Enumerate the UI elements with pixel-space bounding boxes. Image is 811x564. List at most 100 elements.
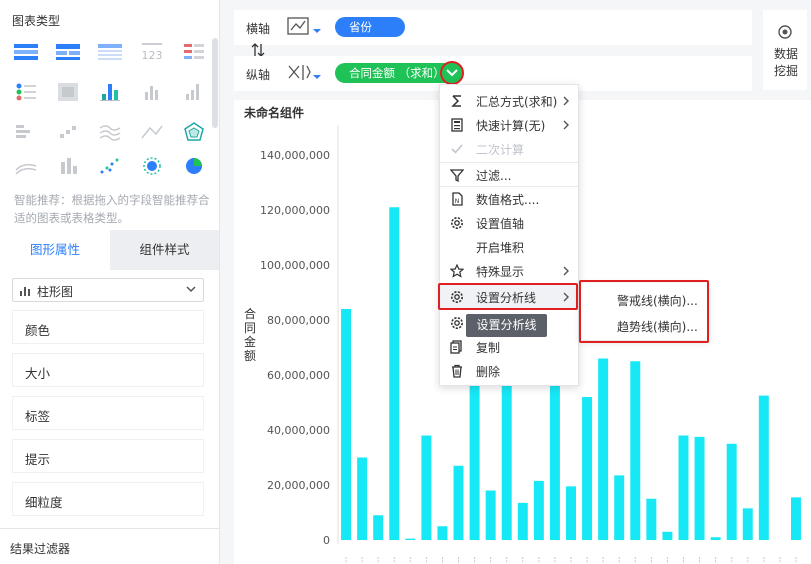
cross-table-icon[interactable]	[54, 40, 82, 64]
y-axis-title-char: 合	[244, 306, 256, 321]
x-axis-dimension-icon[interactable]	[286, 16, 322, 40]
pie-chart-icon[interactable]	[180, 154, 208, 178]
heatmap-icon[interactable]	[54, 80, 82, 104]
menu-item-label: 过滤...	[476, 169, 512, 183]
bar	[549, 386, 560, 540]
bar	[710, 537, 721, 540]
bar	[790, 497, 801, 540]
bar	[646, 498, 657, 540]
property-color[interactable]: 颜色	[12, 310, 204, 344]
menu-item-number-format[interactable]: N 数值格式....	[440, 187, 578, 211]
x-tick-mark: ⋮	[422, 557, 431, 564]
scatter-icon[interactable]	[96, 154, 124, 178]
menu-item-filter[interactable]: 过滤...	[440, 163, 578, 187]
menu-item-label: 复制	[476, 341, 501, 355]
property-size[interactable]: 大小	[12, 353, 204, 387]
menu-item-label: 数值格式....	[476, 193, 540, 207]
bar	[582, 397, 593, 540]
property-tabs: 图形属性 组件样式	[0, 230, 219, 270]
bar	[742, 508, 753, 540]
bar	[373, 515, 384, 540]
menu-item-label: 删除	[476, 365, 501, 379]
y-tick-label: 40,000,000	[267, 424, 330, 437]
x-tick-mark: ⋮	[567, 557, 576, 564]
menu-item-quick-calc[interactable]: 快速计算(无)	[440, 113, 578, 137]
menu-item-delete[interactable]: 删除	[440, 359, 578, 383]
y-tick-label: 60,000,000	[267, 369, 330, 382]
x-tick-mark: ⋮	[583, 557, 592, 564]
property-granularity[interactable]: 细粒度	[12, 482, 204, 516]
menu-item-label: 快速计算(无)	[476, 119, 546, 133]
bar	[533, 480, 544, 540]
detail-table-icon[interactable]	[96, 40, 124, 64]
line-waves-icon[interactable]	[96, 120, 124, 144]
chart-type-select[interactable]: 柱形图	[12, 278, 204, 302]
bar-chart-icon	[20, 287, 30, 296]
chart-list-scrollbar[interactable]	[212, 38, 218, 128]
bar	[341, 309, 352, 540]
column-grey-icon[interactable]	[54, 154, 82, 178]
x-tick-mark: ⋮	[663, 557, 672, 564]
line-chart-icon[interactable]	[138, 120, 166, 144]
menu-item-stack[interactable]: 开启堆积	[440, 235, 578, 259]
x-tick-mark: ⋮	[775, 557, 784, 564]
chevron-right-icon	[563, 120, 569, 130]
y-axis-measure-icon[interactable]	[286, 62, 322, 86]
chevron-down-icon	[186, 286, 196, 293]
table-chart-icon[interactable]	[12, 40, 40, 64]
smart-recommend-tip: 智能推荐：根据拖入的字段智能推荐合适的图表或表格类型。	[14, 193, 210, 225]
property-label[interactable]: 标签	[12, 396, 204, 430]
bar	[501, 386, 512, 540]
bar	[694, 436, 705, 540]
x-tick-mark: ⋮	[534, 557, 543, 564]
chart-types-title: 图表类型	[12, 14, 61, 28]
kpi-number-icon[interactable]: 123	[138, 40, 166, 64]
check-icon	[451, 144, 463, 154]
calculator-icon	[451, 118, 463, 132]
y-tick-label: 120,000,000	[260, 204, 330, 217]
bar-grey-icon[interactable]	[138, 80, 166, 104]
bar	[453, 465, 464, 540]
x-tick-mark: ⋮	[550, 557, 559, 564]
bar-grey2-icon[interactable]	[180, 80, 208, 104]
menu-tooltip: 设置分析线	[466, 314, 547, 337]
bar	[678, 435, 689, 540]
horizontal-bar-icon[interactable]	[12, 120, 40, 144]
menu-item-value-axis[interactable]: 设置值轴	[440, 211, 578, 235]
stacked-dot-icon[interactable]	[96, 80, 124, 104]
bar	[485, 490, 496, 540]
radar-icon[interactable]	[180, 120, 208, 144]
menu-item-label: 二次计算	[476, 143, 525, 157]
menu-item-copy[interactable]: 复制	[440, 335, 578, 359]
y-tick-label: 100,000,000	[260, 259, 330, 272]
y-tick-label: 20,000,000	[267, 479, 330, 492]
tab-graphic-properties[interactable]: 图形属性	[0, 230, 110, 270]
step-bar-icon[interactable]	[54, 120, 82, 144]
data-mining-button[interactable]: 数据挖掘	[763, 10, 807, 90]
axis-config: 横轴 省份 纵轴 合同金额 （求和）	[234, 10, 752, 91]
bar	[630, 361, 641, 540]
bar	[437, 526, 448, 540]
y-axis-field-pill[interactable]: 合同金额 （求和）	[335, 63, 457, 83]
multi-kpi-icon[interactable]	[180, 40, 208, 64]
bar	[598, 358, 609, 540]
tab-component-style[interactable]: 组件样式	[110, 230, 219, 270]
field-dropdown-toggle[interactable]	[440, 61, 464, 85]
x-tick-mark: ⋮	[342, 557, 351, 564]
x-axis-field-pill[interactable]: 省份	[335, 17, 405, 37]
menu-item-special-display[interactable]: 特殊显示	[440, 259, 578, 283]
dot-matrix-icon[interactable]	[12, 80, 40, 104]
menu-item-secondary-calc: 二次计算	[440, 137, 578, 161]
y-tick-label: 80,000,000	[267, 314, 330, 327]
bar	[421, 435, 432, 540]
property-tooltip[interactable]: 提示	[12, 439, 204, 473]
menu-item-aggregation[interactable]: 汇总方式(求和)	[440, 89, 578, 113]
y-axis-title-char: 金	[244, 334, 256, 349]
svg-text:N: N	[455, 198, 460, 205]
divider	[0, 528, 219, 529]
area-lines-icon[interactable]	[12, 154, 40, 178]
x-tick-mark: ⋮	[695, 557, 704, 564]
x-tick-mark: ⋮	[438, 557, 447, 564]
bubble-icon[interactable]	[138, 154, 166, 178]
x-tick-mark: ⋮	[470, 557, 479, 564]
